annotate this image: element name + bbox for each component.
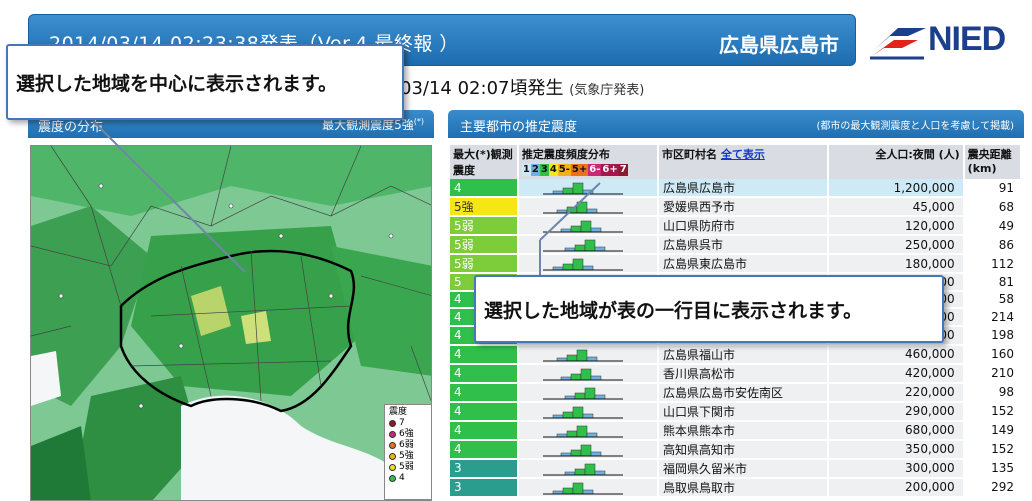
callout-table-first-row: 選択した地域が表の一行目に表示されます。: [474, 275, 944, 343]
callout-map-center: 選択した地域を中心に表示されます。: [6, 44, 404, 120]
screenshot-root: 2014/03/14 02:23:38発表（Ver.4 最終報 ） 広島県広島市…: [0, 0, 1032, 501]
